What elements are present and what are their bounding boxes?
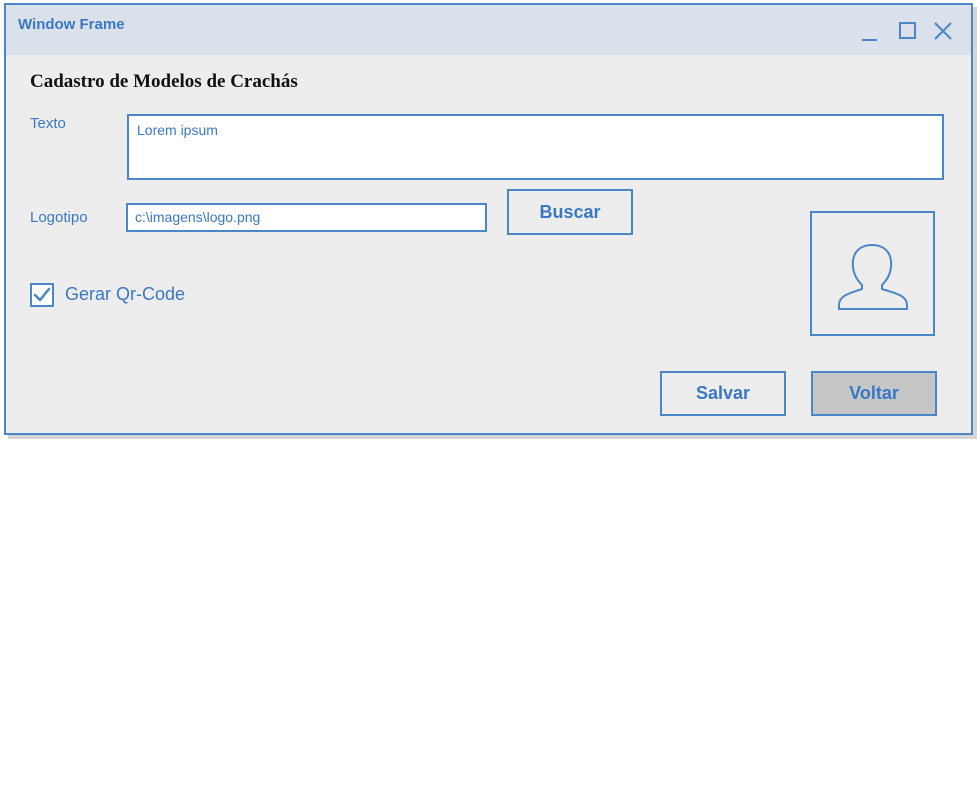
- qrcode-checkbox[interactable]: [30, 283, 54, 307]
- maximize-button[interactable]: [896, 19, 920, 43]
- qrcode-label[interactable]: Gerar Qr-Code: [65, 284, 185, 305]
- logotipo-label: Logotipo: [30, 209, 88, 226]
- logotipo-value: c:\imagens\logo.png: [135, 209, 261, 225]
- minimize-icon: [862, 39, 877, 41]
- close-button[interactable]: [931, 19, 955, 43]
- form-title: Cadastro de Modelos de Crachás: [30, 71, 298, 92]
- close-icon: [934, 22, 952, 40]
- window-title: Window Frame: [18, 16, 125, 33]
- title-bar[interactable]: Window Frame: [6, 5, 971, 55]
- texto-value: Lorem ipsum: [137, 122, 218, 138]
- window-frame: Window Frame Cadastro de Modelos de Crac…: [4, 3, 973, 435]
- buscar-button[interactable]: Buscar: [507, 189, 633, 235]
- voltar-button[interactable]: Voltar: [811, 371, 937, 416]
- logotipo-input[interactable]: c:\imagens\logo.png: [126, 203, 487, 232]
- salvar-button[interactable]: Salvar: [660, 371, 786, 416]
- logo-preview: [810, 211, 935, 336]
- maximize-icon: [899, 22, 916, 39]
- minimize-button[interactable]: [858, 19, 882, 43]
- user-icon: [838, 244, 908, 310]
- texto-label: Texto: [30, 115, 66, 132]
- checkmark-icon: [33, 287, 51, 302]
- texto-textarea[interactable]: Lorem ipsum: [127, 114, 944, 180]
